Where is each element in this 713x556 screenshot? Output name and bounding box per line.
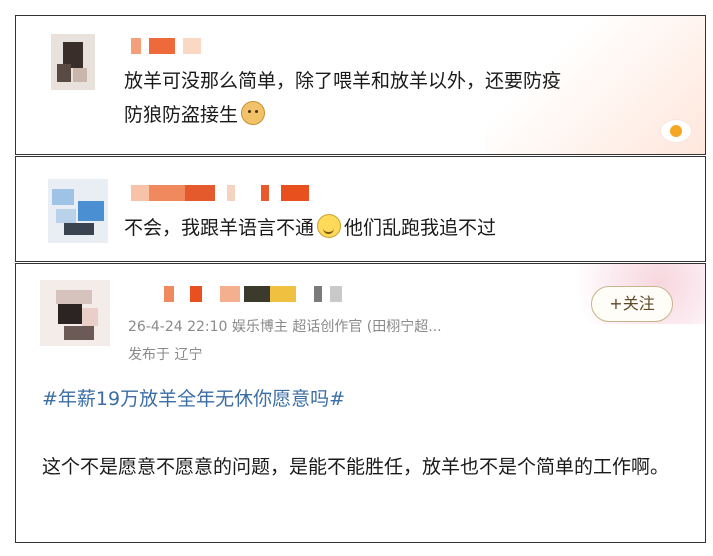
avatar[interactable] [51,34,95,90]
fried-egg-icon [661,120,691,142]
comment-line-2: 防狼防盗接生 [124,104,239,126]
hashtag-link[interactable]: #年薪19万放羊全年无休你愿意吗# [42,384,345,411]
comment-line-1: 放羊可没那么简单，除了喂羊和放羊以外，还要防疫 [124,70,562,92]
comment-text: 放羊可没那么简单，除了喂羊和放羊以外，还要防疫 防狼防盗接生 [124,64,561,132]
comment-text-part-2: 他们乱跑我追不过 [344,217,497,239]
post-location: 发布于 辽宁 [128,347,203,363]
avatar[interactable] [48,179,108,243]
comment-text: 不会，我跟羊语言不通 他们乱跑我追不过 [124,211,496,245]
comment-card-2: 不会，我跟羊语言不通 他们乱跑我追不过 [15,156,706,262]
follow-button[interactable]: +关注 [591,286,673,322]
post-body: 这个不是愿意不愿意的问题，是能不能胜任，放羊也不是个简单的工作啊。 [42,456,670,478]
smile-icon [317,214,342,238]
username-pixelated[interactable] [131,38,211,54]
username-pixelated[interactable] [131,185,321,201]
username-pixelated[interactable] [164,286,364,302]
comment-card-1: 放羊可没那么简单，除了喂羊和放羊以外，还要防疫 防狼防盗接生 [15,15,706,155]
post-meta: 26-4-24 22:10 娱乐博主 超话创作官 (田栩宁超... [128,319,442,335]
post-card: +关注 26-4-24 22:10 娱乐博主 超话创作官 (田栩宁超... 发布… [15,263,706,543]
comment-text-part-1: 不会，我跟羊语言不通 [124,217,315,239]
avatar[interactable] [40,280,110,346]
doge-icon [241,101,266,125]
